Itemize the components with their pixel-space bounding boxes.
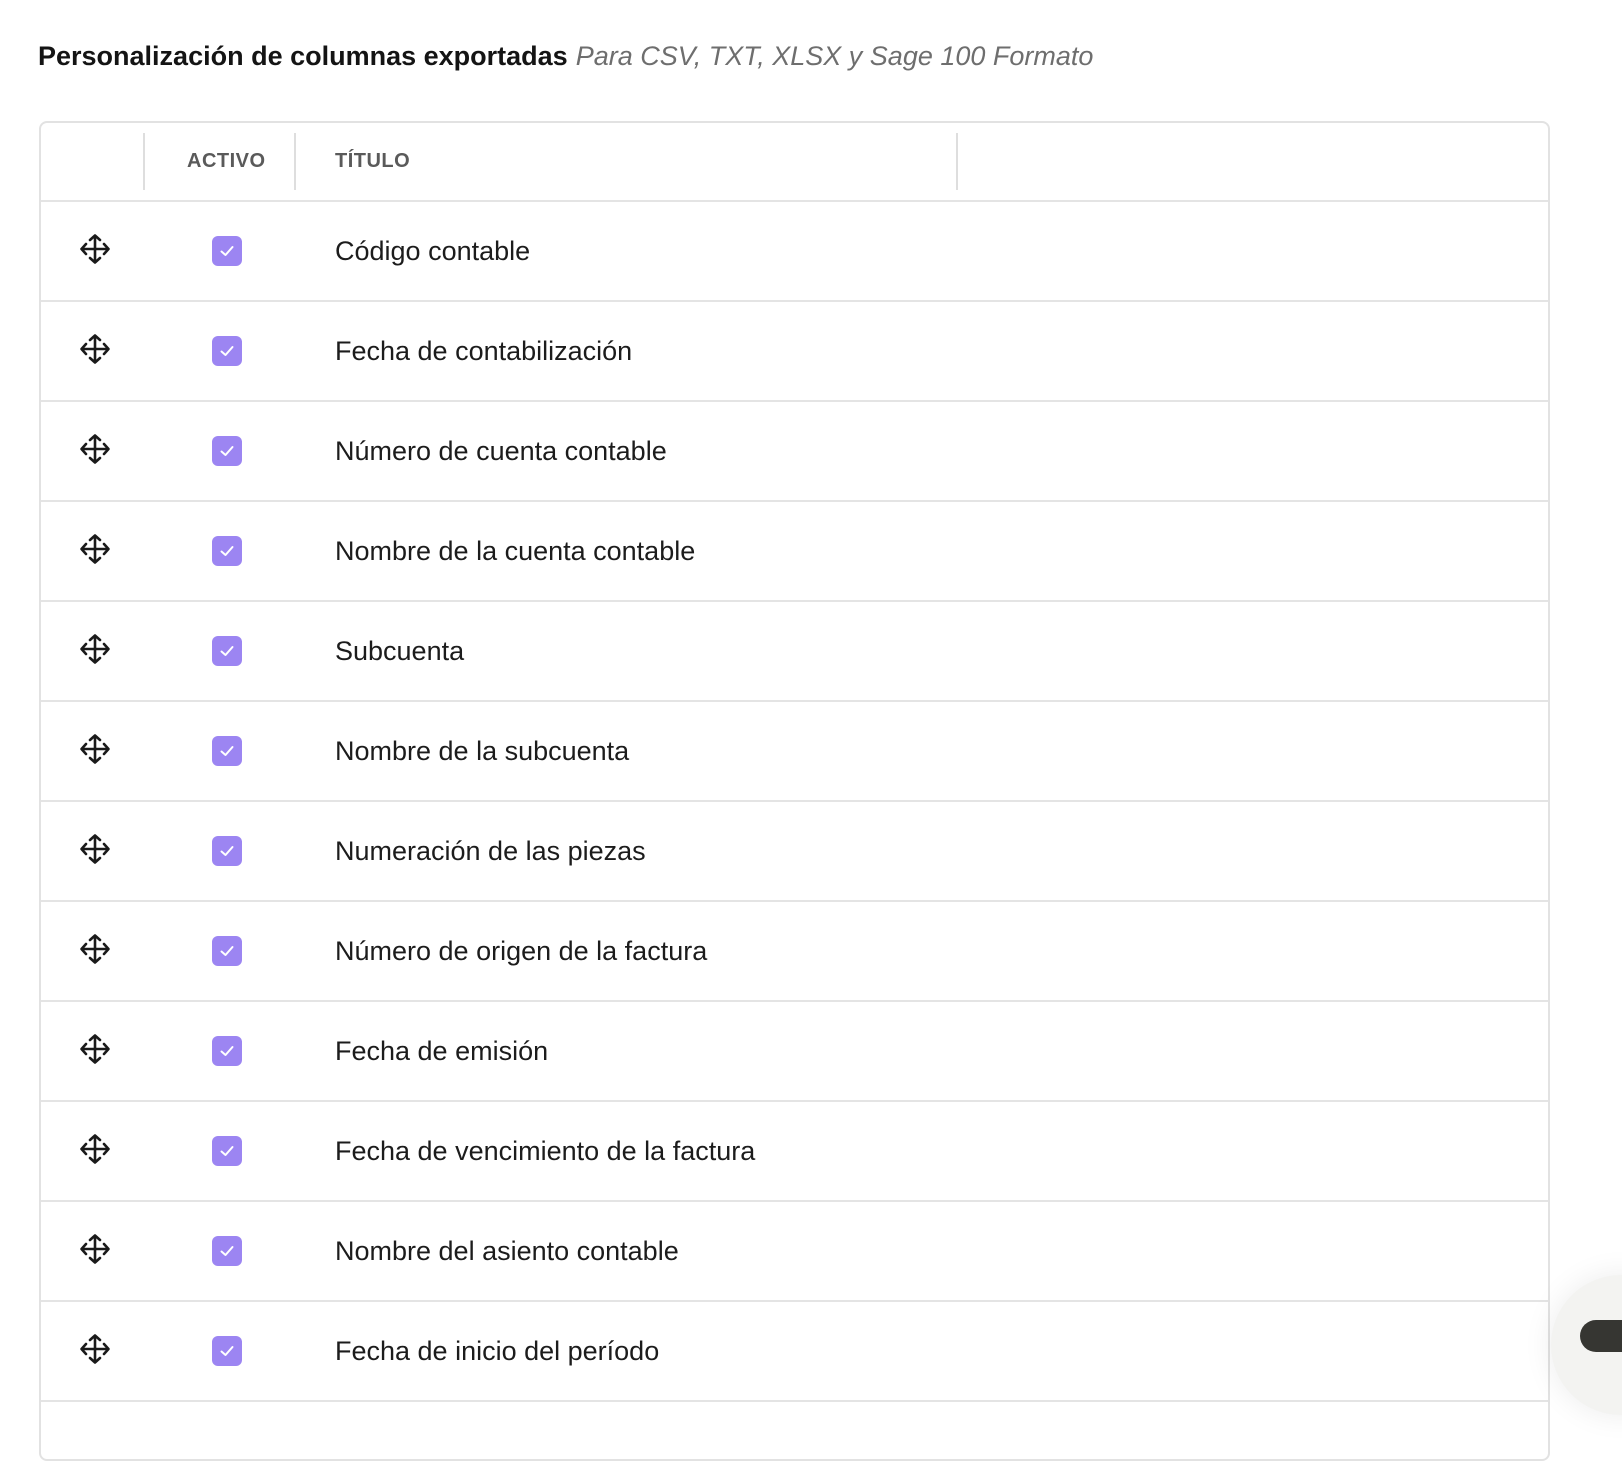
table-row: Número de cuenta contable xyxy=(41,402,1548,502)
table-row: Fecha de inicio del período xyxy=(41,1302,1548,1402)
table-row: Numeración de las piezas xyxy=(41,802,1548,902)
check-icon xyxy=(218,542,236,560)
table-header: ACTIVO TÍTULO xyxy=(41,123,1548,202)
check-icon xyxy=(218,842,236,860)
active-checkbox[interactable] xyxy=(212,636,242,666)
active-checkbox[interactable] xyxy=(212,1336,242,1366)
table-body: Código contable Fecha de contabilización N… xyxy=(41,202,1548,1402)
active-checkbox[interactable] xyxy=(212,836,242,866)
chat-widget-icon[interactable] xyxy=(1580,1320,1622,1352)
row-title: Nombre de la subcuenta xyxy=(335,736,630,766)
drag-move-icon[interactable] xyxy=(79,233,111,265)
active-checkbox[interactable] xyxy=(212,536,242,566)
check-icon xyxy=(218,1142,236,1160)
check-icon xyxy=(218,1042,236,1060)
table-row: Fecha de vencimiento de la factura xyxy=(41,1102,1548,1202)
export-columns-table: ACTIVO TÍTULO Código contable Fecha de co… xyxy=(39,121,1550,1461)
drag-move-icon[interactable] xyxy=(79,333,111,365)
table-row: Fecha de emisión xyxy=(41,1002,1548,1102)
active-checkbox[interactable] xyxy=(212,436,242,466)
drag-move-icon[interactable] xyxy=(79,933,111,965)
drag-move-icon[interactable] xyxy=(79,633,111,665)
check-icon xyxy=(218,342,236,360)
check-icon xyxy=(218,742,236,760)
drag-move-icon[interactable] xyxy=(79,1133,111,1165)
table-row: Código contable xyxy=(41,202,1548,302)
drag-move-icon[interactable] xyxy=(79,833,111,865)
column-divider xyxy=(294,133,296,190)
drag-move-icon[interactable] xyxy=(79,533,111,565)
active-checkbox[interactable] xyxy=(212,1136,242,1166)
row-title: Fecha de contabilización xyxy=(335,336,633,366)
page-subtitle: Para CSV, TXT, XLSX y Sage 100 Formato xyxy=(575,41,1094,71)
drag-move-icon[interactable] xyxy=(79,1333,111,1365)
check-icon xyxy=(218,442,236,460)
table-row: Subcuenta xyxy=(41,602,1548,702)
row-title: Subcuenta xyxy=(335,636,465,666)
active-checkbox[interactable] xyxy=(212,336,242,366)
row-title: Fecha de inicio del período xyxy=(335,1336,660,1366)
active-checkbox[interactable] xyxy=(212,1036,242,1066)
active-checkbox[interactable] xyxy=(212,236,242,266)
column-divider xyxy=(143,133,145,190)
column-header-title: TÍTULO xyxy=(335,150,411,172)
column-divider xyxy=(956,133,958,190)
row-title: Número de origen de la factura xyxy=(335,936,708,966)
drag-move-icon[interactable] xyxy=(79,1233,111,1265)
active-checkbox[interactable] xyxy=(212,1236,242,1266)
row-title: Nombre de la cuenta contable xyxy=(335,536,696,566)
drag-move-icon[interactable] xyxy=(79,733,111,765)
table-row: Fecha de contabilización xyxy=(41,302,1548,402)
check-icon xyxy=(218,242,236,260)
check-icon xyxy=(218,1242,236,1260)
active-checkbox[interactable] xyxy=(212,736,242,766)
row-title: Fecha de vencimiento de la factura xyxy=(335,1136,756,1166)
page-title: Personalización de columnas exportadas xyxy=(38,41,568,71)
column-header-active: ACTIVO xyxy=(187,150,266,172)
row-title: Fecha de emisión xyxy=(335,1036,549,1066)
row-title: Número de cuenta contable xyxy=(335,436,667,466)
table-row: Nombre de la cuenta contable xyxy=(41,502,1548,602)
drag-move-icon[interactable] xyxy=(79,433,111,465)
row-title: Numeración de las piezas xyxy=(335,836,646,866)
check-icon xyxy=(218,942,236,960)
active-checkbox[interactable] xyxy=(212,936,242,966)
check-icon xyxy=(218,642,236,660)
row-title: Nombre del asiento contable xyxy=(335,1236,679,1266)
table-row: Nombre del asiento contable xyxy=(41,1202,1548,1302)
drag-move-icon[interactable] xyxy=(79,1033,111,1065)
table-row: Número de origen de la factura xyxy=(41,902,1548,1002)
table-row: Nombre de la subcuenta xyxy=(41,702,1548,802)
row-title: Código contable xyxy=(335,236,531,266)
check-icon xyxy=(218,1342,236,1360)
page-header: Personalización de columnas exportadas Pa… xyxy=(38,36,1093,76)
